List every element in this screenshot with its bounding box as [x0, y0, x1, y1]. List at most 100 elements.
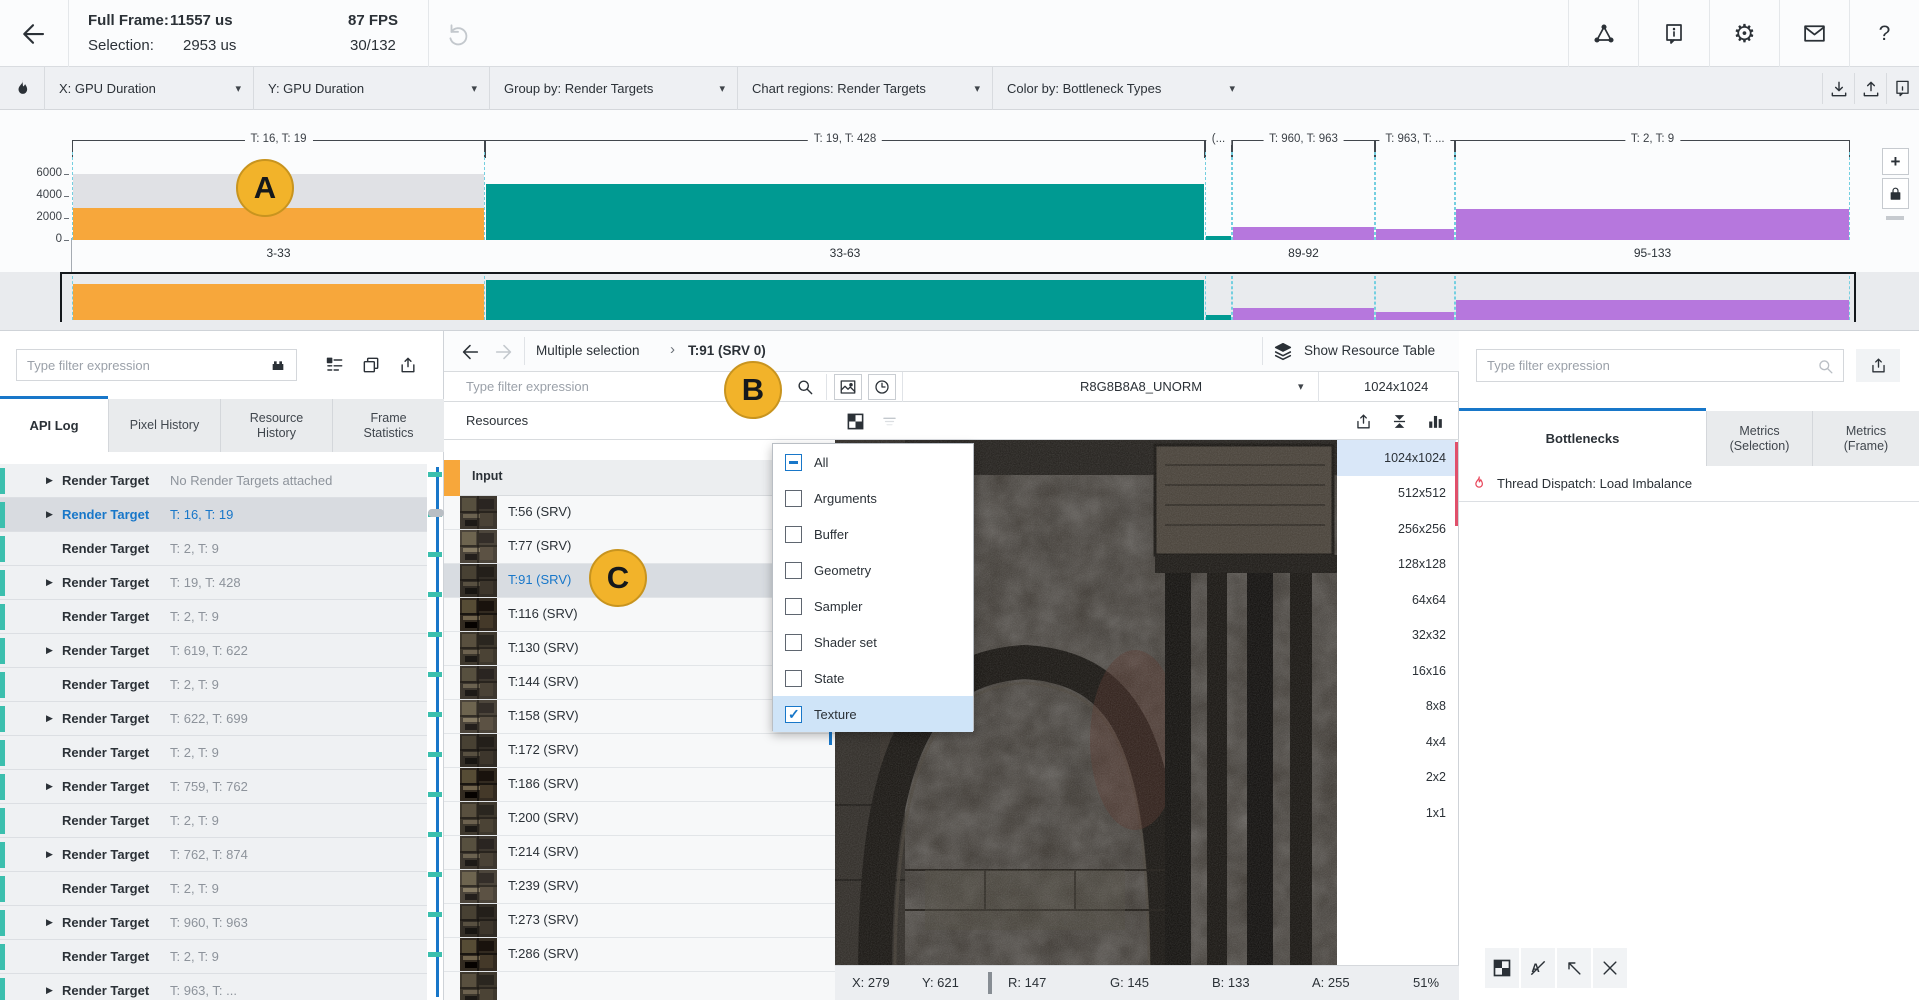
mip-level-row[interactable]: 4x4	[1337, 724, 1456, 760]
export-chart-button[interactable]	[1854, 73, 1886, 104]
resource-filter-input[interactable]: Type filter expression	[466, 379, 589, 394]
background-toggle-button[interactable]	[841, 407, 869, 435]
filter-option-buffer[interactable]: Buffer	[773, 516, 973, 552]
undo-button[interactable]	[438, 14, 478, 54]
frame-info-button[interactable]	[1638, 0, 1708, 67]
api-log-row[interactable]: ▶Render TargetT: 16, T: 19	[0, 498, 427, 532]
viewer-background-button[interactable]	[1485, 948, 1519, 988]
mip-level-row[interactable]: 512x512	[1337, 476, 1456, 512]
expand-arrow-icon[interactable]: ▶	[46, 985, 53, 996]
mip-list-scrollbar[interactable]	[1455, 442, 1458, 526]
api-log-filter-input[interactable]: Type filter expression	[16, 349, 297, 381]
mip-level-row[interactable]: 2x2	[1337, 760, 1456, 796]
tab-metrics-selection[interactable]: Metrics (Selection)	[1706, 411, 1812, 466]
settings-button[interactable]: ⚙	[1709, 0, 1779, 67]
chart-bar-segment[interactable]	[486, 184, 1204, 240]
filter-option-geometry[interactable]: Geometry	[773, 552, 973, 588]
lock-button[interactable]	[1882, 178, 1909, 209]
expand-arrow-icon[interactable]: ▶	[46, 577, 53, 588]
chevron-down-icon[interactable]: ▾	[1298, 380, 1304, 393]
api-log-row[interactable]: Render TargetT: 2, T: 9	[0, 804, 427, 838]
range-clamp-button[interactable]	[1385, 407, 1413, 435]
chart-bar-segment[interactable]	[1376, 229, 1454, 240]
nav-back-button[interactable]	[456, 339, 484, 365]
api-log-row[interactable]: Render TargetT: 2, T: 9	[0, 872, 427, 906]
expand-arrow-icon[interactable]: ▶	[46, 645, 53, 656]
histogram-button[interactable]	[1421, 407, 1449, 435]
breadcrumb-current[interactable]: T:91 (SRV 0)	[688, 343, 766, 358]
checkbox-icon[interactable]	[785, 598, 802, 615]
resource-row[interactable]	[444, 972, 835, 1000]
expand-arrow-icon[interactable]: ▶	[46, 713, 53, 724]
api-log-row[interactable]: Render TargetT: 2, T: 9	[0, 668, 427, 702]
zoom-out-button[interactable]	[1886, 216, 1904, 220]
checkbox-icon[interactable]	[785, 562, 802, 579]
tree-view-button[interactable]	[320, 351, 350, 379]
checkbox-icon[interactable]	[785, 706, 802, 723]
hotspot-mode-button[interactable]	[6, 75, 38, 103]
api-log-row[interactable]: ▶Render TargetNo Render Targets attached	[0, 464, 427, 498]
minimap-bar[interactable]	[1376, 312, 1454, 320]
api-log-row[interactable]: ▶Render TargetT: 19, T: 428	[0, 566, 427, 600]
minimap-bar[interactable]	[486, 280, 1204, 320]
checkbox-icon[interactable]	[785, 670, 802, 687]
api-log-row[interactable]: Render TargetT: 2, T: 9	[0, 600, 427, 634]
mip-level-row[interactable]: 1024x1024	[1337, 440, 1456, 476]
show-resource-table-label[interactable]: Show Resource Table	[1304, 343, 1435, 358]
api-log-row[interactable]: ▶Render TargetT: 960, T: 963	[0, 906, 427, 940]
resource-row[interactable]: T:286 (SRV)	[444, 938, 835, 972]
chart-regions-dropdown[interactable]: Chart regions: Render Targets▾	[737, 67, 992, 110]
expand-arrow-icon[interactable]: ▶	[46, 509, 53, 520]
expand-arrow-icon[interactable]: ▶	[46, 917, 53, 928]
minimap-viewport-right[interactable]	[1854, 272, 1856, 322]
viewer-fit-button[interactable]	[1557, 948, 1591, 988]
filter-option-shader-set[interactable]: Shader set	[773, 624, 973, 660]
checkbox-icon[interactable]	[785, 526, 802, 543]
filter-option-sampler[interactable]: Sampler	[773, 588, 973, 624]
resource-row[interactable]: T:172 (SRV)	[444, 734, 835, 768]
expand-arrow-icon[interactable]: ▶	[46, 475, 53, 486]
chart-info-button[interactable]	[1886, 73, 1918, 104]
api-log-row[interactable]: Render TargetT: 2, T: 9	[0, 940, 427, 974]
checkbox-icon[interactable]	[785, 454, 802, 471]
minimap-bar[interactable]	[1233, 308, 1374, 320]
color-by-dropdown[interactable]: Color by: Bottleneck Types▾	[992, 67, 1247, 110]
search-button[interactable]	[792, 374, 818, 400]
resource-row[interactable]: T:214 (SRV)	[444, 836, 835, 870]
api-log-row[interactable]: ▶Render TargetT: 622, T: 699	[0, 702, 427, 736]
profile-button[interactable]	[1568, 0, 1638, 67]
mip-level-row[interactable]: 32x32	[1337, 618, 1456, 654]
api-log-row[interactable]: Render TargetT: 2, T: 9	[0, 532, 427, 566]
viewer-close-button[interactable]	[1593, 948, 1627, 988]
export-image-button[interactable]	[1349, 407, 1377, 435]
y-axis-dropdown[interactable]: Y: GPU Duration▾	[253, 67, 489, 110]
chart-minimap[interactable]	[0, 272, 1919, 330]
zoom-in-button[interactable]: +	[1882, 148, 1909, 175]
chart-region-bracket[interactable]: (...	[1205, 140, 1232, 158]
format-dropdown[interactable]: R8G8B8A8_UNORM	[1080, 379, 1202, 394]
copy-log-button[interactable]	[356, 351, 386, 379]
help-button[interactable]: ?	[1849, 0, 1919, 67]
metrics-filter-input[interactable]: Type filter expression	[1476, 349, 1844, 382]
chart-region-bracket[interactable]: T: 2, T: 9	[1455, 140, 1850, 158]
minimap-bar[interactable]	[1206, 315, 1231, 320]
tab-api-log[interactable]: API Log	[0, 396, 108, 452]
tab-resource-history[interactable]: Resource History	[220, 399, 332, 452]
mip-level-row[interactable]: 1x1	[1337, 795, 1456, 831]
checkbox-icon[interactable]	[785, 490, 802, 507]
chart-region-bracket[interactable]: T: 19, T: 428	[485, 140, 1205, 158]
api-log-row[interactable]: ▶Render TargetT: 762, T: 874	[0, 838, 427, 872]
api-log-row[interactable]: ▶Render TargetT: 759, T: 762	[0, 770, 427, 804]
import-chart-button[interactable]	[1822, 73, 1854, 104]
minimap-bar[interactable]	[73, 284, 484, 320]
filter-option-state[interactable]: State	[773, 660, 973, 696]
tab-frame-statistics[interactable]: Frame Statistics	[332, 399, 444, 452]
expand-arrow-icon[interactable]: ▶	[46, 849, 53, 860]
show-resource-table-button[interactable]	[1270, 339, 1296, 365]
back-button[interactable]	[10, 14, 56, 54]
chart-region-bracket[interactable]: T: 963, T: ...	[1375, 140, 1455, 158]
breadcrumb-root[interactable]: Multiple selection	[536, 343, 640, 358]
resource-row[interactable]: T:273 (SRV)	[444, 904, 835, 938]
x-axis-dropdown[interactable]: X: GPU Duration▾	[44, 67, 253, 110]
resource-row[interactable]: T:186 (SRV)	[444, 768, 835, 802]
